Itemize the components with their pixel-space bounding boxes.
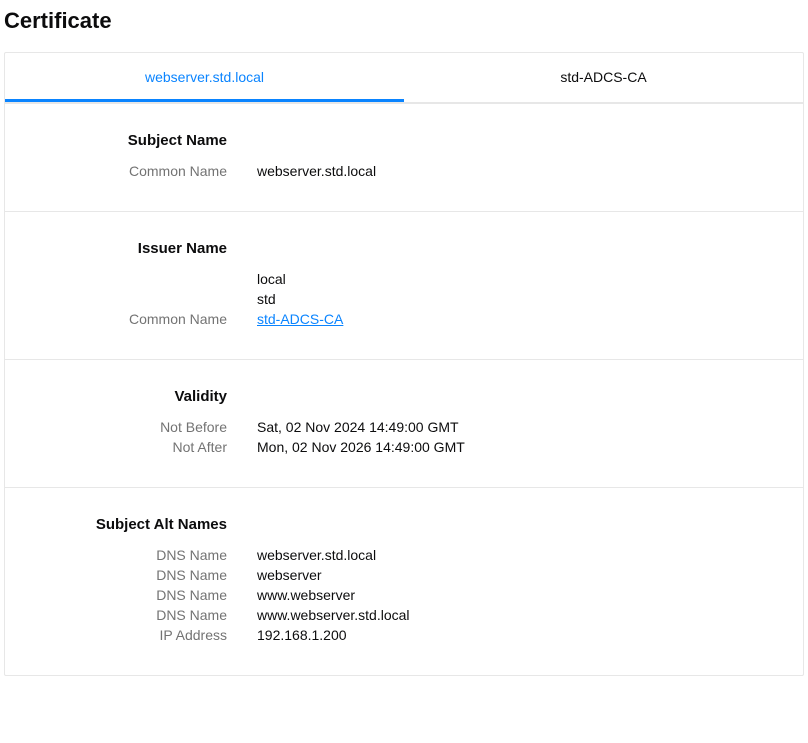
row-san-dns-3: DNS Name www.webserver: [21, 587, 787, 603]
row-not-before: Not Before Sat, 02 Nov 2024 14:49:00 GMT: [21, 419, 787, 435]
section-validity: Validity Not Before Sat, 02 Nov 2024 14:…: [5, 359, 803, 487]
value-san-dns-1: webserver.std.local: [227, 547, 376, 563]
label-dns-name: DNS Name: [21, 567, 227, 583]
tabs: webserver.std.local std-ADCS-CA: [5, 53, 803, 103]
section-san: Subject Alt Names DNS Name webserver.std…: [5, 487, 803, 675]
value-san-dns-4: www.webserver.std.local: [227, 607, 410, 623]
row-not-after: Not After Mon, 02 Nov 2026 14:49:00 GMT: [21, 439, 787, 455]
label-common-name: Common Name: [21, 163, 227, 179]
row-san-dns-1: DNS Name webserver.std.local: [21, 547, 787, 563]
label-ip-address: IP Address: [21, 627, 227, 643]
value-san-dns-2: webserver: [227, 567, 322, 583]
value-san-ip-1: 192.168.1.200: [227, 627, 347, 643]
label-not-before: Not Before: [21, 419, 227, 435]
certificate-card: webserver.std.local std-ADCS-CA Subject …: [4, 52, 804, 676]
value-san-dns-3: www.webserver: [227, 587, 355, 603]
label-dns-name: DNS Name: [21, 547, 227, 563]
section-subject-name: Subject Name Common Name webserver.std.l…: [5, 103, 803, 211]
tab-issuer-cert[interactable]: std-ADCS-CA: [404, 53, 803, 102]
row-issuer-common-name: Common Name std-ADCS-CA: [21, 311, 787, 327]
row-issuer-line2: std: [21, 291, 787, 307]
label-issuer-common-name: Common Name: [21, 311, 227, 327]
link-issuer-common-name[interactable]: std-ADCS-CA: [227, 311, 343, 327]
row-san-dns-2: DNS Name webserver: [21, 567, 787, 583]
label-not-after: Not After: [21, 439, 227, 455]
value-issuer-line1: local: [227, 271, 286, 287]
value-not-before: Sat, 02 Nov 2024 14:49:00 GMT: [227, 419, 459, 435]
page-title: Certificate: [4, 8, 804, 34]
row-san-dns-4: DNS Name www.webserver.std.local: [21, 607, 787, 623]
section-issuer-name: Issuer Name local std Common Name std-AD…: [5, 211, 803, 359]
row-san-ip-1: IP Address 192.168.1.200: [21, 627, 787, 643]
section-title-issuer-name: Issuer Name: [21, 240, 227, 257]
tab-subject-cert[interactable]: webserver.std.local: [5, 53, 404, 102]
row-subject-common-name: Common Name webserver.std.local: [21, 163, 787, 179]
value-issuer-line2: std: [227, 291, 276, 307]
value-subject-common-name: webserver.std.local: [227, 163, 376, 179]
section-title-validity: Validity: [21, 388, 227, 405]
section-title-san: Subject Alt Names: [21, 516, 227, 533]
value-not-after: Mon, 02 Nov 2026 14:49:00 GMT: [227, 439, 465, 455]
section-title-subject-name: Subject Name: [21, 132, 227, 149]
label-dns-name: DNS Name: [21, 587, 227, 603]
label-dns-name: DNS Name: [21, 607, 227, 623]
row-issuer-line1: local: [21, 271, 787, 287]
